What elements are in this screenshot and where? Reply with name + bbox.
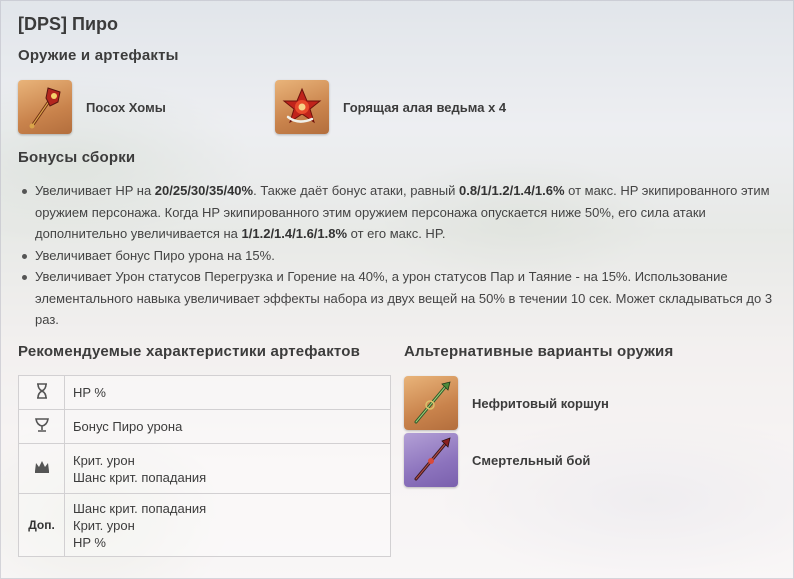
circlet-icon — [18, 443, 65, 494]
artifact-name: Горящая алая ведьма х 4 — [343, 99, 507, 115]
list-item: Увеличивает HP на 20/25/30/35/40%. Также… — [18, 180, 778, 245]
weapon-name: Посох Хомы — [86, 99, 166, 115]
alt-weapon-item[interactable]: Смертельный бой — [404, 432, 609, 488]
artifact-stats-table: HP % Бонус Пиро урона Крит. урон Шанс кр… — [18, 375, 391, 557]
weapon-artifact-row: Посох Хомы Горящая алая ведьма х 4 — [18, 80, 778, 134]
list-item: Увеличивает Урон статусов Перегрузка и Г… — [18, 266, 778, 331]
deathmatch-icon — [404, 433, 458, 487]
jade-spear-icon — [404, 376, 458, 430]
homa-staff-icon — [18, 80, 72, 134]
weapon-card[interactable]: Посох Хомы — [18, 80, 166, 134]
substats-label: Доп. — [18, 493, 65, 557]
build-content: [DPS] Пиро Оружие и артефакты Посох Хомы — [0, 0, 794, 579]
hourglass-icon — [18, 375, 65, 410]
goblet-icon — [18, 409, 65, 444]
list-item: Увеличивает бонус Пиро урона на 15%. — [18, 245, 778, 267]
stat-substats: Шанс крит. попадания Крит. урон HP % — [64, 493, 391, 557]
alt-weapon-item[interactable]: Нефритовый коршун — [404, 375, 609, 431]
bonus-list: Увеличивает HP на 20/25/30/35/40%. Также… — [18, 180, 778, 331]
table-row: HP % — [18, 375, 391, 410]
weapons-heading: Оружие и артефакты — [18, 47, 179, 64]
table-row: Крит. урон Шанс крит. попадания — [18, 443, 391, 494]
page-title: [DPS] Пиро — [18, 14, 118, 34]
alt-weapon-name: Смертельный бой — [472, 452, 591, 468]
table-row: Бонус Пиро урона — [18, 409, 391, 444]
crimson-witch-icon — [275, 80, 329, 134]
stat-goblet: Бонус Пиро урона — [64, 409, 391, 444]
alt-weapon-name: Нефритовый коршун — [472, 395, 609, 411]
alt-weapons-heading: Альтернативные варианты оружия — [404, 343, 674, 360]
table-row: Доп. Шанс крит. попадания Крит. урон HP … — [18, 493, 391, 557]
stat-sands: HP % — [64, 375, 391, 410]
stat-circlet: Крит. урон Шанс крит. попадания — [64, 443, 391, 494]
artifact-card[interactable]: Горящая алая ведьма х 4 — [275, 80, 506, 134]
bonus-heading: Бонусы сборки — [18, 149, 136, 166]
stats-heading: Рекомендуемые характеристики артефактов — [18, 343, 361, 360]
alt-weapons-list: Нефритовый коршун Смертельный бой — [404, 375, 609, 489]
